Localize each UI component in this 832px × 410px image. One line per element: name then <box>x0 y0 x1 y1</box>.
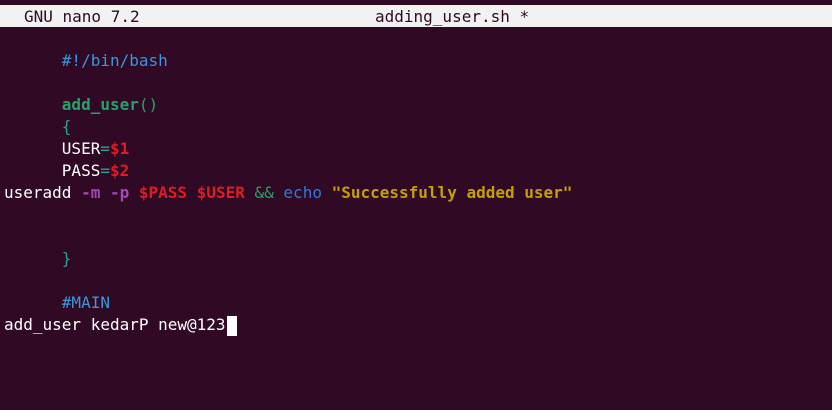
code-line-10: } <box>4 226 832 268</box>
text-cursor <box>226 315 237 336</box>
success-message: "Successfully added user" <box>331 183 573 202</box>
and-operator: && <box>254 183 274 202</box>
terminal-window: GNU nano 7.2 adding_user.sh * #!/bin/bas… <box>0 0 832 410</box>
code-line-14: add_user kedarP new@123 <box>4 314 832 336</box>
echo-builtin: echo <box>283 183 322 202</box>
editor-area[interactable]: #!/bin/bash add_user() { USER=$1 PASS=$2… <box>4 28 832 336</box>
flag-m: -m <box>81 183 101 202</box>
var-user: $USER <box>196 183 245 202</box>
filename-label: adding_user.sh * <box>375 7 530 26</box>
nano-title-bar: GNU nano 7.2 adding_user.sh * <box>0 5 832 27</box>
code-line-6: PASS=$2 <box>4 138 832 180</box>
code-line-3: add_user() <box>4 72 832 114</box>
flag-p: -p <box>109 183 130 202</box>
useradd-command: useradd <box>4 183 72 202</box>
code-line-4: { <box>4 94 832 136</box>
app-version-label: GNU nano 7.2 <box>24 7 140 26</box>
code-line-5: USER=$1 <box>4 116 832 158</box>
function-call: add_user kedarP new@123 <box>4 315 226 334</box>
code-line-8: useradd -m -p $PASS $USER && echo "Succe… <box>4 182 832 204</box>
code-line-1: #!/bin/bash <box>4 28 832 70</box>
var-pass: $PASS <box>138 183 188 202</box>
code-line-12: #MAIN <box>4 270 832 312</box>
